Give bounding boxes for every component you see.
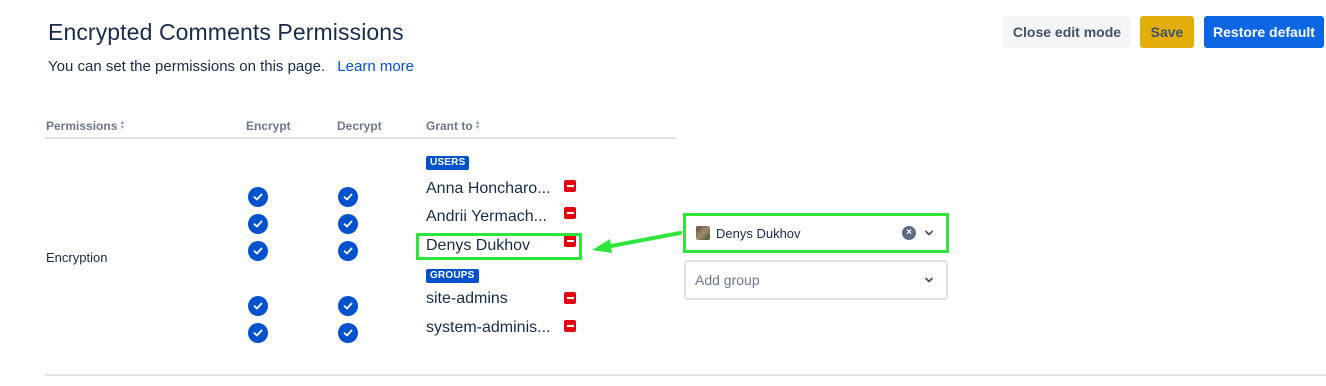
sort-icon: ▲ ▼ — [474, 120, 481, 131]
save-button[interactable]: Save — [1140, 16, 1194, 48]
group-select-placeholder: Add group — [695, 272, 760, 288]
column-header-label: Grant to — [426, 119, 473, 133]
restore-default-button[interactable]: Restore default — [1204, 16, 1324, 48]
table-header-divider — [45, 137, 676, 139]
table-bottom-divider — [45, 374, 1326, 376]
check-circle-icon — [248, 187, 268, 207]
check-circle-icon — [338, 241, 358, 261]
column-header-label: Decrypt — [337, 119, 382, 133]
page-subtitle: You can set the permissions on this page… — [48, 58, 414, 75]
check-circle-icon — [248, 214, 268, 234]
users-lozenge: USERS — [426, 156, 470, 170]
granted-group: site-admins — [426, 290, 508, 307]
granted-group: system-adminis... — [426, 319, 551, 336]
column-header-label: Permissions — [46, 119, 118, 133]
permission-name: Encryption — [46, 250, 108, 265]
close-edit-mode-button[interactable]: Close edit mode — [1003, 16, 1131, 48]
subtitle-text: You can set the permissions on this page… — [48, 58, 326, 75]
learn-more-link[interactable]: Learn more — [337, 58, 414, 75]
clear-icon[interactable]: × — [902, 226, 916, 240]
group-select[interactable]: Add group — [684, 260, 948, 300]
page-title: Encrypted Comments Permissions — [48, 19, 404, 45]
remove-icon[interactable] — [564, 180, 576, 192]
annotation-arrow — [592, 231, 682, 253]
check-circle-icon — [338, 214, 358, 234]
column-header-label: Encrypt — [246, 119, 291, 133]
remove-icon[interactable] — [564, 292, 576, 304]
remove-icon[interactable] — [564, 320, 576, 332]
avatar — [696, 226, 710, 240]
check-circle-icon — [338, 187, 358, 207]
check-circle-icon — [248, 323, 268, 343]
chevron-down-icon[interactable] — [924, 275, 934, 285]
column-header-decrypt: Decrypt — [337, 119, 382, 133]
highlight-box — [416, 233, 582, 260]
chevron-down-icon[interactable] — [924, 228, 934, 238]
column-header-grant-to[interactable]: Grant to ▲ ▼ — [426, 119, 481, 133]
check-circle-icon — [338, 296, 358, 316]
user-select[interactable]: Denys Dukhov × — [683, 213, 949, 253]
column-header-encrypt: Encrypt — [246, 119, 291, 133]
groups-lozenge: GROUPS — [426, 269, 479, 283]
remove-icon[interactable] — [564, 207, 576, 219]
check-circle-icon — [248, 296, 268, 316]
granted-user: Anna Honcharo... — [426, 180, 551, 197]
check-circle-icon — [248, 241, 268, 261]
check-circle-icon — [338, 323, 358, 343]
granted-user: Andrii Yermach... — [426, 208, 547, 225]
user-select-value: Denys Dukhov — [716, 225, 801, 241]
sort-icon: ▲ ▼ — [119, 120, 126, 131]
column-header-permissions[interactable]: Permissions ▲ ▼ — [46, 119, 125, 133]
